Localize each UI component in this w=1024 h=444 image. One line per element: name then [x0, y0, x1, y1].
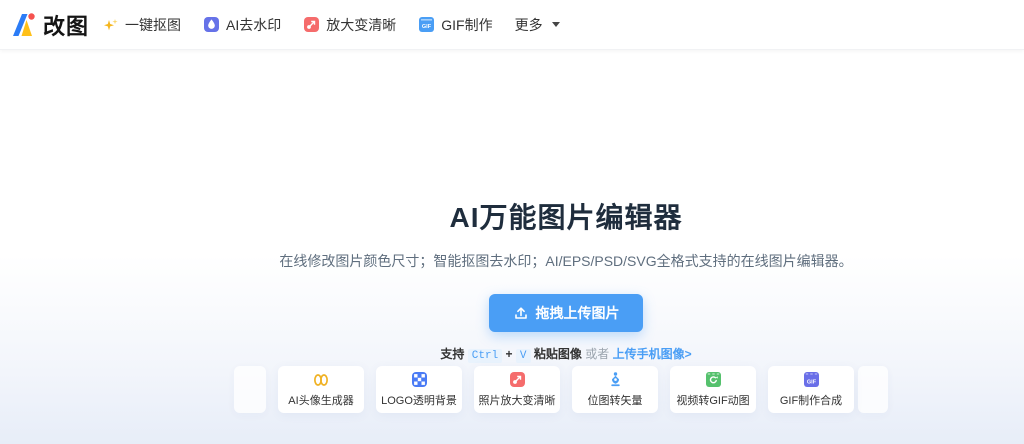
nav-item-enlarge-clarify[interactable]: 放大变清晰 — [303, 15, 396, 35]
gif-icon: GIF — [419, 17, 435, 32]
feature-card-photo-enlarge[interactable]: 照片放大变清晰 — [474, 366, 560, 413]
feature-card-video-to-gif[interactable]: 视频转GIF动图 — [670, 366, 756, 413]
chevron-down-icon — [551, 22, 560, 27]
logo-icon — [13, 12, 35, 36]
magic-wand-icon — [104, 18, 118, 30]
video-to-gif-icon — [705, 372, 721, 387]
nav-item-more[interactable]: 更多 — [515, 15, 560, 35]
upload-icon — [514, 307, 527, 319]
feature-label: 视频转GIF动图 — [676, 395, 750, 407]
nav-label: AI去水印 — [226, 16, 282, 33]
logo[interactable]: 改图 — [10, 9, 89, 41]
feature-label: 位图转矢量 — [587, 395, 643, 407]
tip-paste-text: 粘贴图像 — [533, 347, 582, 361]
nav-item-gif-maker[interactable]: GIF GIF制作 — [418, 15, 493, 35]
nav-label: 一键抠图 — [125, 16, 182, 33]
svg-text:GIF: GIF — [422, 24, 432, 30]
feature-label: AI头像生成器 — [288, 394, 354, 407]
feature-card-row: AI头像生成器 LOGO透明背景 照片放大变清晰 位图转矢量 视频转GIF动图 … — [108, 366, 1024, 413]
upload-button[interactable]: 拖拽上传图片 — [489, 294, 643, 332]
feature-card-bitmap-to-vector[interactable]: 位图转矢量 — [572, 366, 658, 413]
main-section: AI万能图片编辑器 在线修改图片颜色尺寸；智能抠图去水印；AI/EPS/PSD/… — [0, 50, 1024, 444]
tip-or-text: 或者 — [585, 347, 610, 361]
feature-card-logo-transparent-bg[interactable]: LOGO透明背景 — [376, 366, 462, 413]
tip-plus: + — [505, 347, 513, 361]
more-label: 更多 — [514, 16, 543, 33]
hero: AI万能图片编辑器 在线修改图片颜色尺寸；智能抠图去水印；AI/EPS/PSD/… — [108, 50, 1024, 363]
nav-item-ai-watermark-remove[interactable]: AI去水印 — [203, 15, 281, 35]
nav-label: GIF制作 — [441, 16, 493, 33]
nav-label: 放大变清晰 — [326, 16, 397, 33]
feature-label: LOGO透明背景 — [381, 395, 457, 407]
photo-enlarge-icon — [509, 372, 525, 387]
gif-compose-icon: GIF — [803, 372, 819, 387]
feature-card-avatar-generator[interactable]: AI头像生成器 — [278, 366, 364, 413]
transparent-bg-icon — [411, 372, 427, 387]
feature-card-gif-compose[interactable]: GIF GIF制作合成 — [768, 366, 854, 413]
v-key-badge: V — [515, 349, 531, 363]
vector-pen-icon — [610, 372, 620, 387]
ctrl-key-badge: Ctrl — [467, 349, 503, 363]
main-nav: 一键抠图 AI去水印 放大变清晰 GIF GIF制作 更多 — [103, 15, 560, 35]
svg-text:GIF: GIF — [806, 379, 816, 385]
upload-button-label: 拖拽上传图片 — [535, 305, 620, 321]
nav-item-one-click-cutout[interactable]: 一键抠图 — [103, 15, 181, 35]
avatar-generator-icon — [314, 373, 328, 386]
header: 改图 一键抠图 AI去水印 放大变清晰 GIF GIF制作 更多 — [0, 0, 1024, 50]
logo-text: 改图 — [43, 13, 90, 39]
watermark-remove-icon — [204, 17, 220, 32]
paste-tip: 支持 Ctrl + V 粘贴图像 或者 上传手机图像> — [108, 345, 1024, 363]
page-title: AI万能图片编辑器 — [449, 202, 683, 233]
feature-label: 照片放大变清晰 — [478, 395, 556, 407]
upload-mobile-link[interactable]: 上传手机图像> — [613, 347, 692, 361]
tip-prefix: 支持 — [440, 347, 465, 361]
page-subtitle: 在线修改图片颜色尺寸；智能抠图去水印；AI/EPS/PSD/SVG全格式支持的在… — [279, 253, 853, 269]
enlarge-icon — [304, 17, 320, 32]
feature-label: GIF制作合成 — [779, 395, 843, 407]
